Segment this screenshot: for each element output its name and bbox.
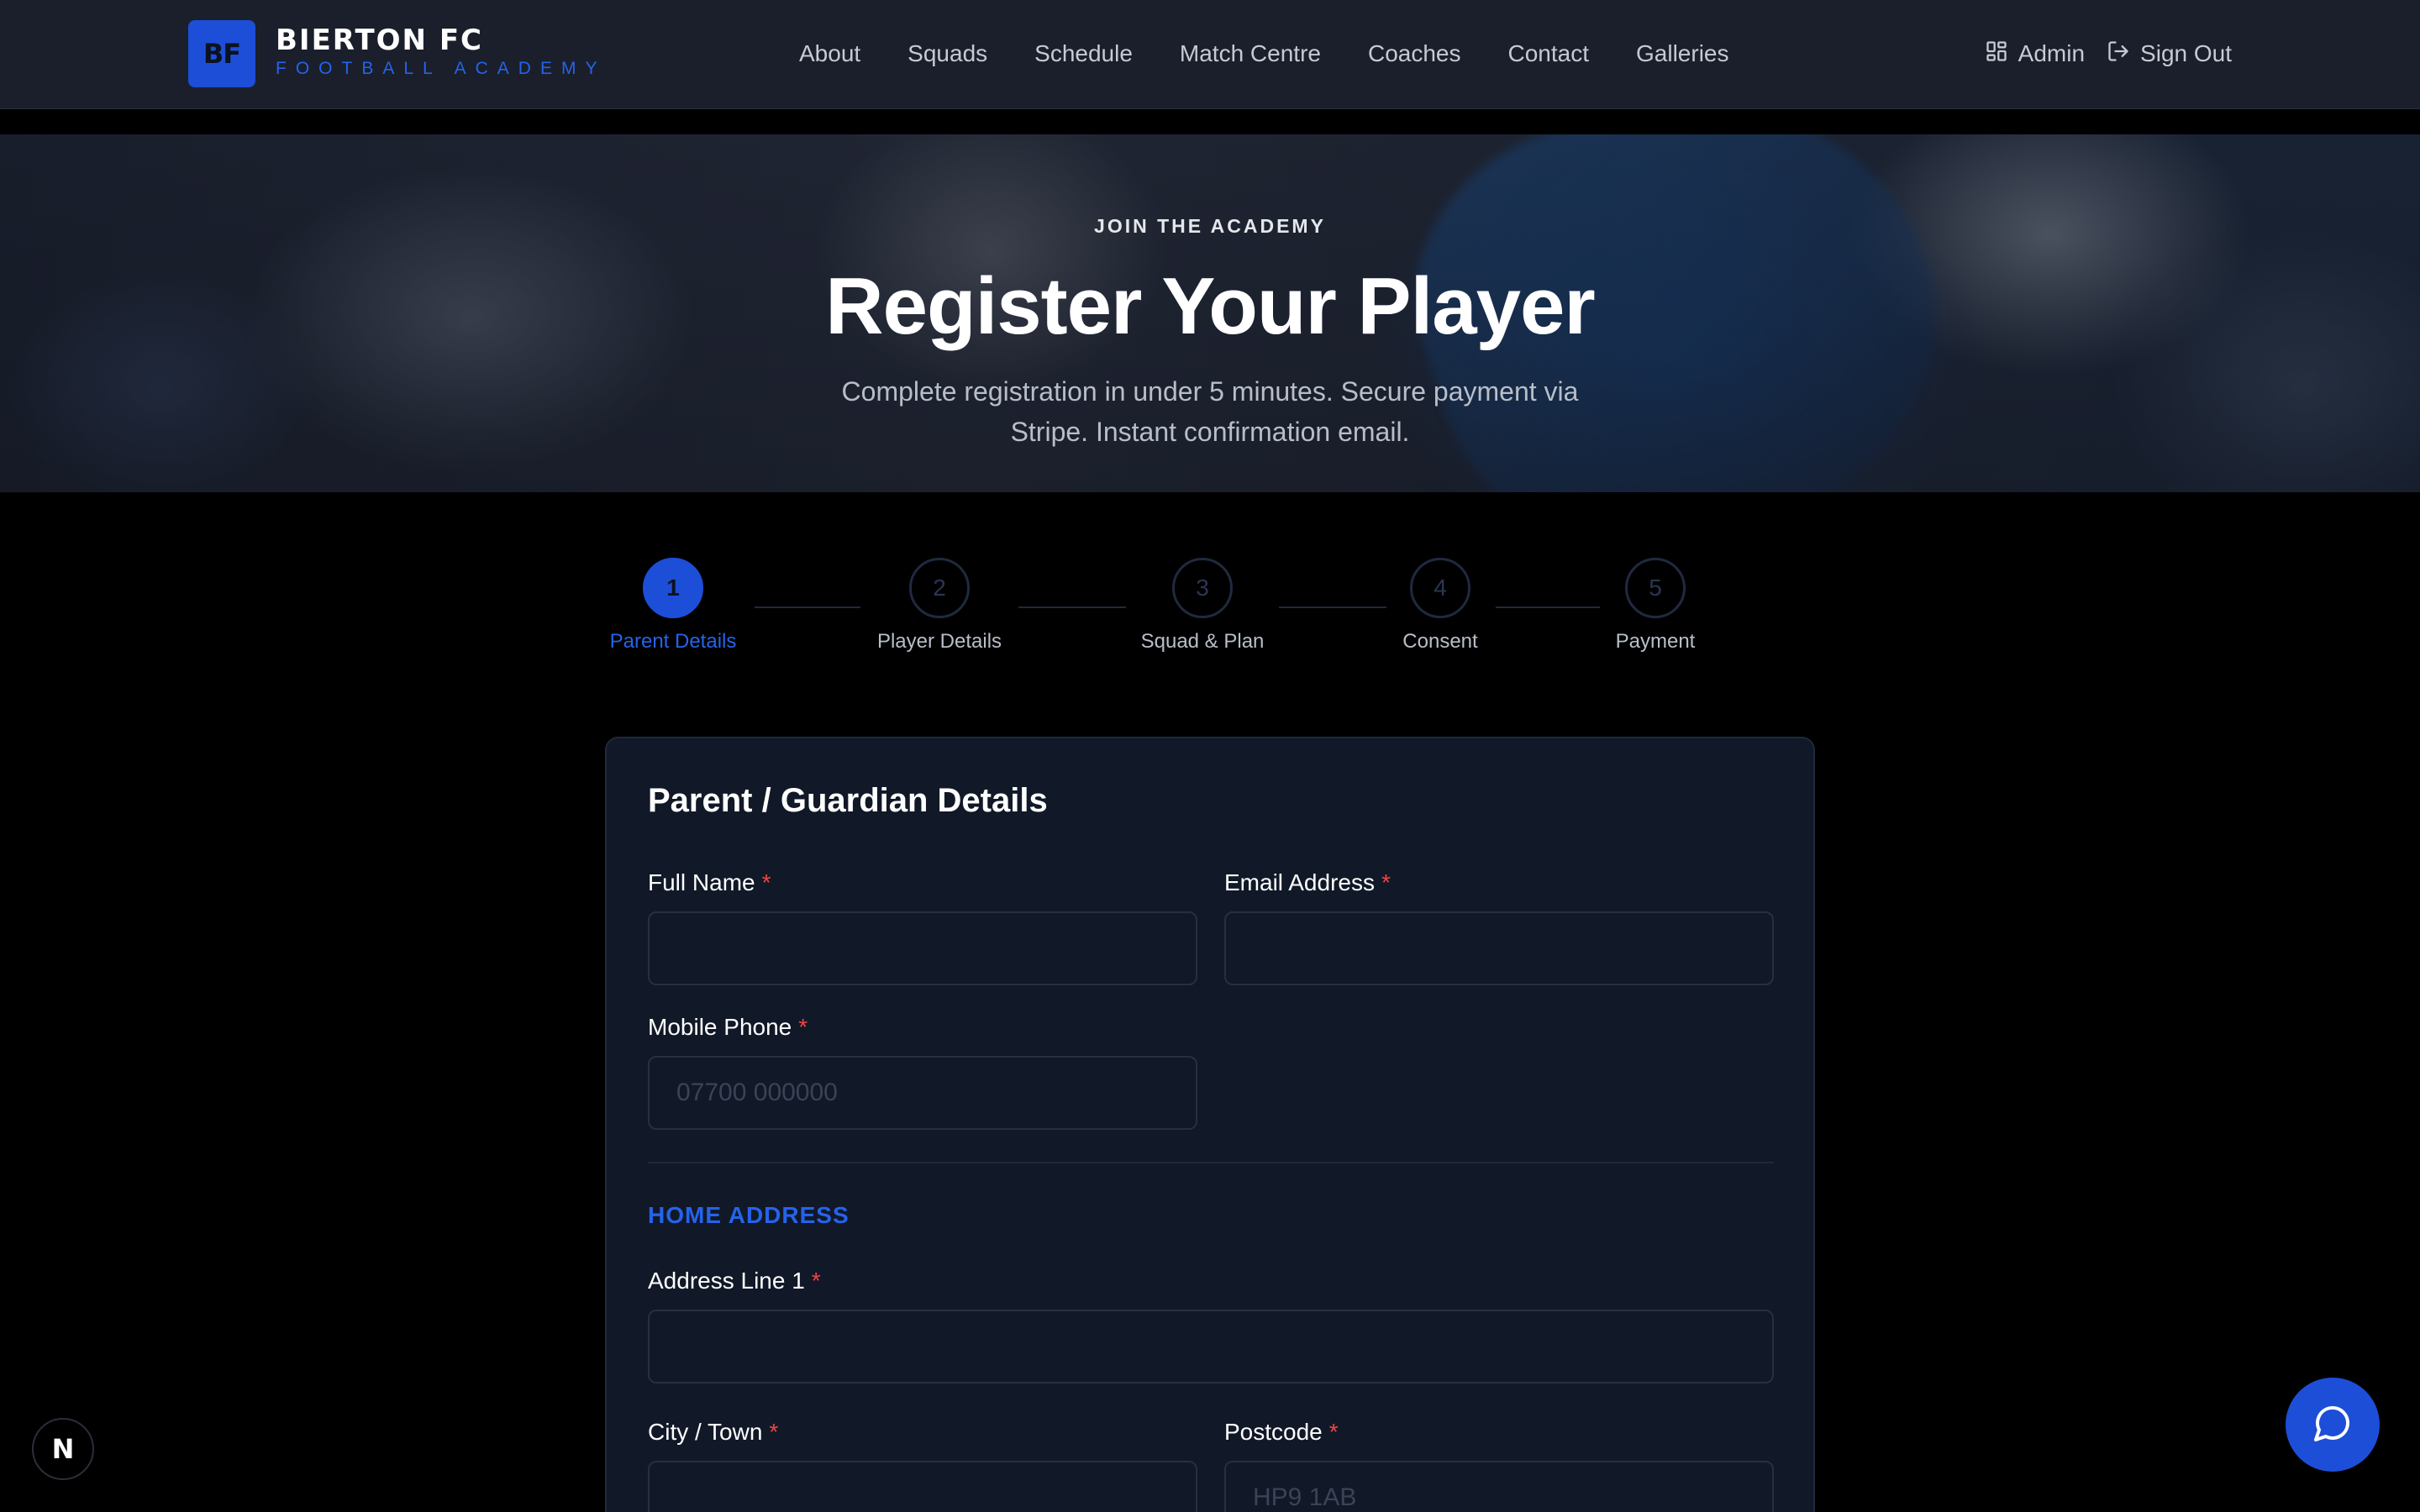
required-marker: * xyxy=(1381,869,1391,895)
step-label: Player Details xyxy=(876,630,1002,653)
postcode-label: Postcode * xyxy=(1224,1419,1339,1446)
admin-link[interactable]: Admin xyxy=(1985,39,2085,69)
sign-out-button[interactable]: Sign Out xyxy=(2107,39,2232,69)
step-number: 2 xyxy=(909,558,970,618)
nav-item-squads[interactable]: Squads xyxy=(908,37,987,71)
address-line1-label: Address Line 1 * xyxy=(648,1268,821,1294)
mobile-phone-label: Mobile Phone * xyxy=(648,1014,808,1041)
label-text: Address Line 1 xyxy=(648,1268,805,1294)
full-name-input[interactable] xyxy=(648,911,1197,985)
step-squad-plan[interactable]: 3 Squad & Plan xyxy=(1118,558,1286,654)
step-consent[interactable]: 4 Consent xyxy=(1356,558,1524,654)
step-number: 1 xyxy=(643,558,703,618)
admin-label: Admin xyxy=(2018,40,2086,66)
header-actions: Admin Sign Out xyxy=(1985,37,2232,71)
step-connector xyxy=(755,606,860,608)
nav-item-galleries[interactable]: Galleries xyxy=(1636,37,1728,71)
nav-item-about[interactable]: About xyxy=(799,37,860,71)
required-marker: * xyxy=(1328,1419,1339,1445)
required-marker: * xyxy=(761,869,771,895)
sign-out-label: Sign Out xyxy=(2140,40,2232,66)
home-address-heading: HOME ADDRESS xyxy=(648,1202,850,1228)
label-text: Email Address xyxy=(1224,869,1375,895)
logo[interactable]: BF xyxy=(188,20,255,87)
step-label: Squad & Plan xyxy=(1140,630,1265,653)
nav-item-schedule[interactable]: Schedule xyxy=(1034,37,1133,71)
required-marker: * xyxy=(769,1419,779,1445)
step-parent-details[interactable]: 1 Parent Details xyxy=(589,558,757,654)
label-text: City / Town xyxy=(648,1419,763,1445)
label-text: Mobile Phone xyxy=(648,1014,792,1040)
page-title: Register Your Player xyxy=(825,261,1596,351)
mobile-phone-input[interactable] xyxy=(648,1056,1197,1130)
nav-item-contact[interactable]: Contact xyxy=(1508,37,1590,71)
city-input[interactable] xyxy=(648,1461,1197,1512)
brand-subtitle: FOOTBALL ACADEMY xyxy=(276,59,607,78)
step-number: 3 xyxy=(1172,558,1233,618)
step-label: Consent xyxy=(1402,630,1478,653)
label-text: Postcode xyxy=(1224,1419,1323,1445)
brand-name[interactable]: BIERTON FC xyxy=(276,24,483,57)
dev-tools-badge[interactable]: N xyxy=(32,1418,94,1480)
top-navigation-bar: BF BIERTON FC FOOTBALL ACADEMY About Squ… xyxy=(0,0,2420,109)
chat-bubble-icon xyxy=(2312,1403,2353,1447)
required-marker: * xyxy=(798,1014,808,1040)
step-connector xyxy=(1018,606,1126,608)
parent-details-form: Parent / Guardian Details Full Name * Ema… xyxy=(605,737,1815,1512)
step-number: 5 xyxy=(1625,558,1686,618)
email-label: Email Address * xyxy=(1224,869,1391,896)
section-divider xyxy=(648,1162,1774,1163)
step-number: 4 xyxy=(1410,558,1470,618)
hero-eyebrow: JOIN THE ACADEMY xyxy=(1094,215,1326,237)
email-input[interactable] xyxy=(1224,911,1774,985)
hero-subtitle: Complete registration in under 5 minutes… xyxy=(841,376,1579,447)
form-title: Parent / Guardian Details xyxy=(648,782,1048,819)
hero-banner: JOIN THE ACADEMY Register Your Player Co… xyxy=(0,134,2420,492)
step-payment[interactable]: 5 Payment xyxy=(1571,558,1739,654)
required-marker: * xyxy=(811,1268,821,1294)
postcode-input[interactable] xyxy=(1224,1461,1774,1512)
step-label: Parent Details xyxy=(609,630,737,653)
full-name-label: Full Name * xyxy=(648,869,771,896)
dashboard-icon xyxy=(1985,39,2008,69)
city-label: City / Town * xyxy=(648,1419,778,1446)
address-line1-input[interactable] xyxy=(648,1310,1774,1383)
nav-item-coaches[interactable]: Coaches xyxy=(1368,37,1461,71)
step-label: Payment xyxy=(1615,630,1696,653)
step-player-details[interactable]: 2 Player Details xyxy=(855,558,1023,654)
nav-item-match-centre[interactable]: Match Centre xyxy=(1180,37,1321,71)
label-text: Full Name xyxy=(648,869,755,895)
chat-button[interactable] xyxy=(2286,1378,2380,1472)
main-nav: About Squads Schedule Match Centre Coach… xyxy=(799,37,1728,71)
registration-stepper: 1 Parent Details 2 Player Details 3 Squa… xyxy=(0,558,2420,659)
sign-out-icon xyxy=(2107,39,2130,69)
